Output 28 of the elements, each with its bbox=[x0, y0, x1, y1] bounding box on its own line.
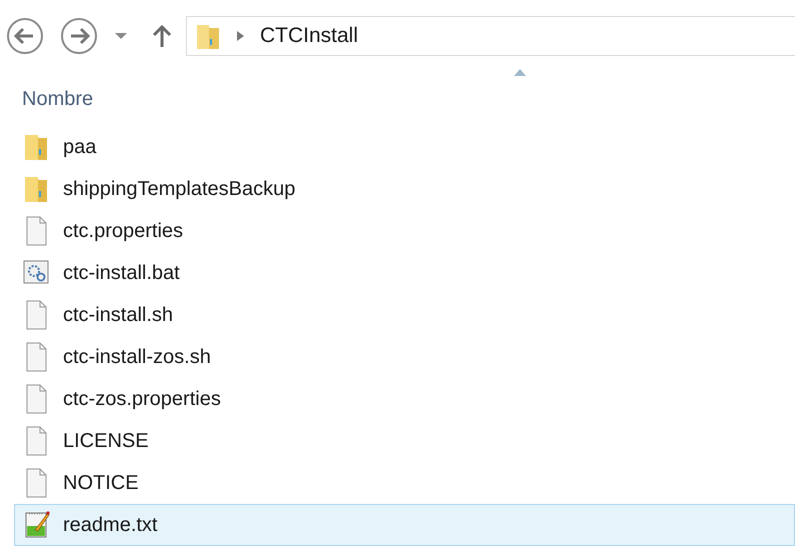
column-header[interactable]: Nombre bbox=[22, 84, 94, 114]
file-name: readme.txt bbox=[63, 513, 158, 538]
address-bar[interactable]: CTCInstall bbox=[186, 16, 795, 56]
file-name: NOTICE bbox=[63, 471, 139, 496]
file-name: ctc-zos.properties bbox=[63, 387, 221, 412]
file-row[interactable]: ctc-zos.properties bbox=[14, 378, 795, 420]
up-button[interactable] bbox=[152, 24, 172, 48]
file-row[interactable]: NOTICE bbox=[14, 462, 795, 504]
file-row[interactable]: ctc-install.sh bbox=[14, 294, 795, 336]
path-segment[interactable]: CTCInstall bbox=[260, 20, 358, 52]
file-row[interactable]: ctc-install.bat bbox=[14, 252, 795, 294]
file-name: paa bbox=[63, 135, 96, 160]
back-button[interactable] bbox=[6, 16, 44, 54]
file-row[interactable]: readme.txt bbox=[14, 504, 795, 546]
file-row[interactable]: ctc-install-zos.sh bbox=[14, 336, 795, 378]
file-name: ctc-install.sh bbox=[63, 303, 174, 328]
file-name: ctc-install-zos.sh bbox=[63, 345, 211, 370]
file-row[interactable]: paa bbox=[14, 126, 795, 168]
recent-dropdown-button[interactable] bbox=[114, 32, 128, 40]
file-name: ctc-install.bat bbox=[63, 261, 180, 286]
file-name: LICENSE bbox=[63, 429, 149, 454]
file-name: ctc.properties bbox=[63, 219, 184, 244]
file-name: shippingTemplatesBackup bbox=[63, 177, 296, 202]
forward-button[interactable] bbox=[60, 16, 98, 54]
file-row[interactable]: LICENSE bbox=[14, 420, 795, 462]
breadcrumb-arrow-icon bbox=[237, 30, 244, 40]
file-row[interactable]: shippingTemplatesBackup bbox=[14, 168, 795, 210]
file-row[interactable]: ctc.properties bbox=[14, 210, 795, 252]
